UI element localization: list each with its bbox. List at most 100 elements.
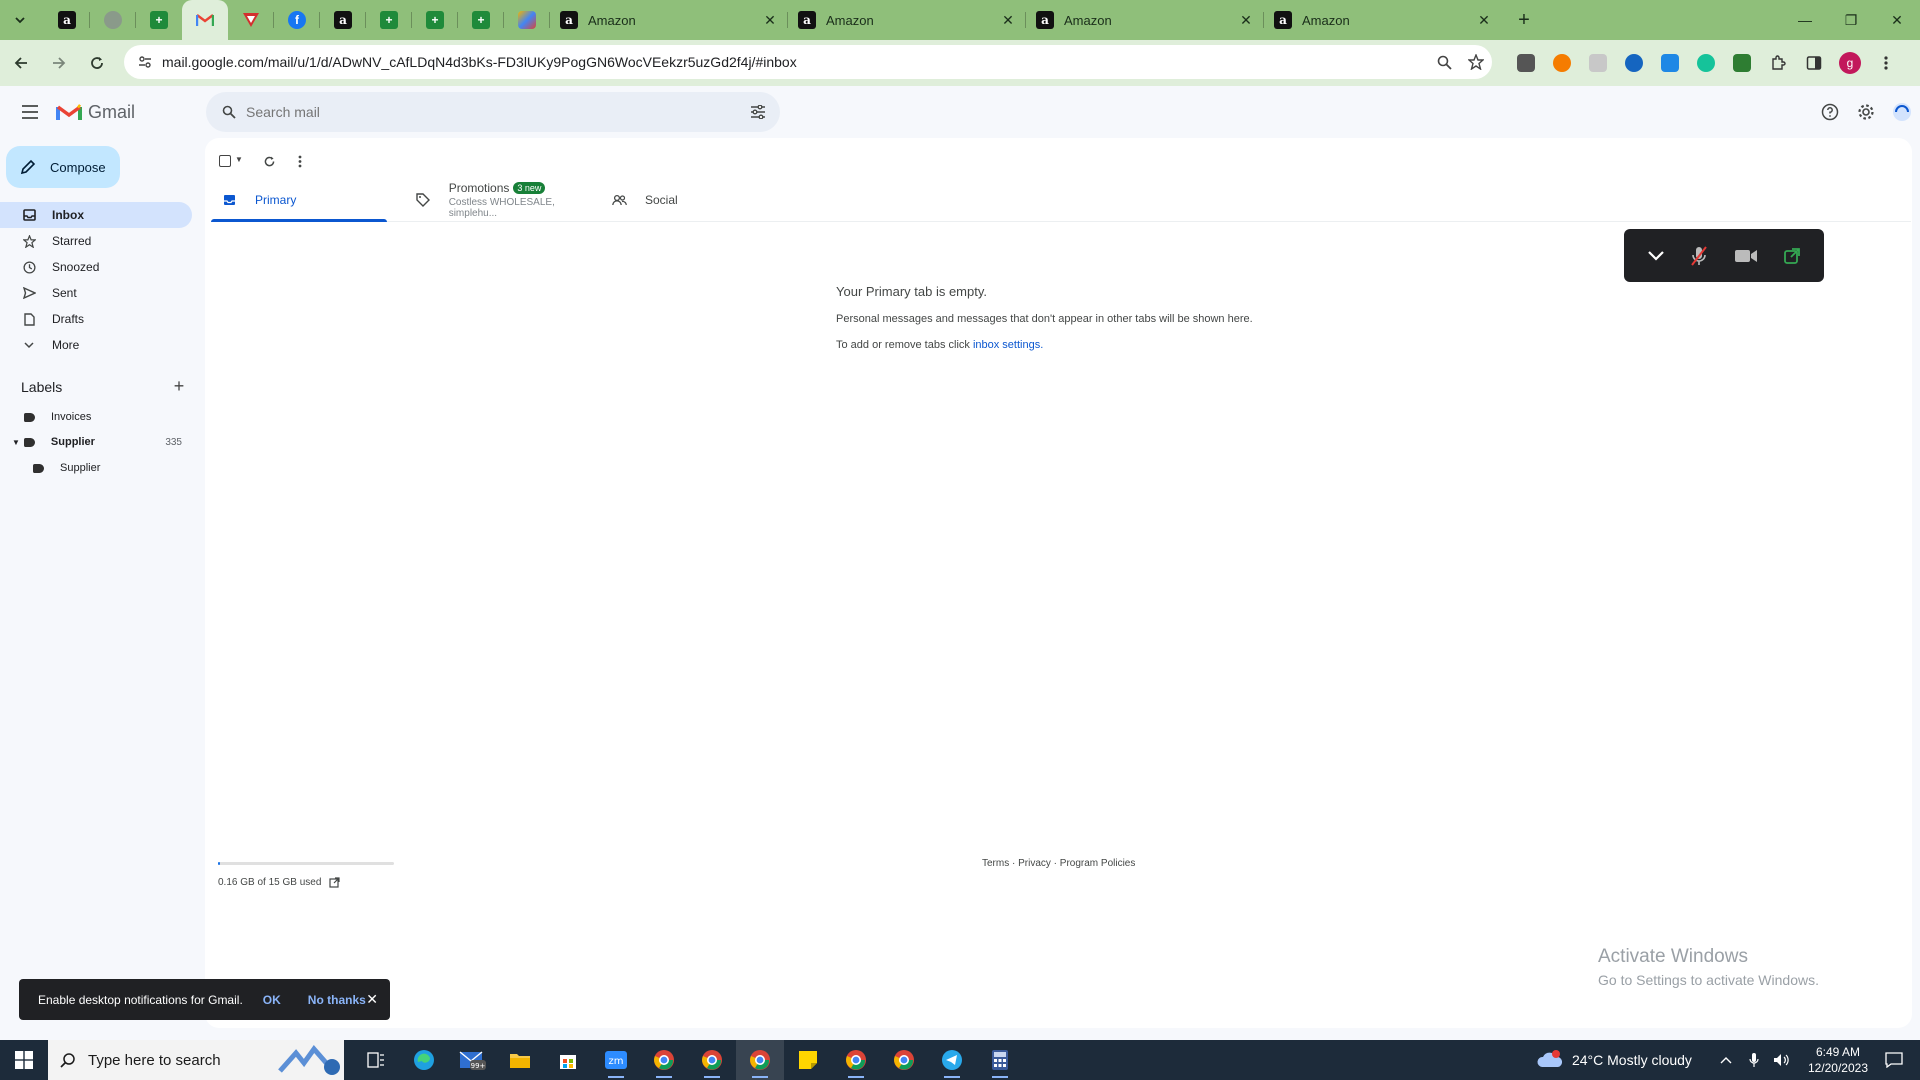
search-bar[interactable] (206, 92, 780, 132)
system-clock[interactable]: 6:49 AM 12/20/2023 (1808, 1044, 1868, 1076)
chrome-icon[interactable] (832, 1040, 880, 1080)
chrome-menu-icon[interactable] (1868, 46, 1904, 80)
store-icon[interactable] (544, 1040, 592, 1080)
close-icon[interactable]: ✕ (1000, 12, 1016, 28)
main-menu-button[interactable] (6, 88, 54, 136)
extensions-puzzle-icon[interactable] (1760, 46, 1796, 80)
back-button[interactable] (4, 46, 38, 80)
start-button[interactable] (0, 1040, 48, 1080)
extension-orange-icon[interactable] (1544, 46, 1580, 80)
pinned-tab[interactable] (90, 0, 136, 40)
settings-gear-icon[interactable] (1848, 94, 1884, 130)
notifications-icon[interactable] (1882, 1052, 1906, 1068)
edge-icon[interactable] (400, 1040, 448, 1080)
chevron-up-icon[interactable] (1714, 1056, 1738, 1064)
address-bar[interactable]: mail.google.com/mail/u/1/d/ADwNV_cAfLDqN… (124, 45, 1492, 79)
url-text[interactable]: mail.google.com/mail/u/1/d/ADwNV_cAfLDqN… (162, 54, 1428, 70)
pinned-tab[interactable]: a (44, 0, 90, 40)
telegram-icon[interactable] (928, 1040, 976, 1080)
tab-primary[interactable]: Primary (211, 178, 399, 222)
zoom-icon[interactable] (1428, 55, 1460, 70)
pop-out-icon[interactable] (1783, 247, 1801, 265)
browser-tab[interactable]: a Amazon ✕ (1264, 0, 1502, 40)
bookmark-star-icon[interactable] (1460, 54, 1492, 70)
chrome-icon[interactable] (688, 1040, 736, 1080)
pinned-tab[interactable]: + (458, 0, 504, 40)
minimize-button[interactable]: — (1782, 0, 1828, 40)
close-window-button[interactable]: ✕ (1874, 0, 1920, 40)
chevron-down-icon[interactable] (1647, 250, 1665, 262)
account-avatar[interactable] (1884, 94, 1920, 130)
mail-app-icon[interactable]: 99+ (448, 1040, 496, 1080)
tab-search-button[interactable] (6, 6, 34, 34)
label-supplier-child[interactable]: Supplier (0, 456, 192, 480)
browser-tab[interactable]: a Amazon ✕ (788, 0, 1026, 40)
create-label-plus-icon[interactable]: + (169, 376, 189, 397)
caret-down-icon[interactable]: ▼ (235, 155, 243, 167)
pinned-tab[interactable] (504, 0, 550, 40)
search-options-icon[interactable] (736, 105, 780, 119)
pinned-tab[interactable]: + (366, 0, 412, 40)
compose-button[interactable]: Compose (6, 146, 120, 188)
chrome-icon[interactable] (640, 1040, 688, 1080)
profile-avatar[interactable]: g (1832, 46, 1868, 80)
open-in-new-icon[interactable] (329, 877, 341, 888)
pinned-tab[interactable]: + (136, 0, 182, 40)
extension-green-icon[interactable] (1724, 46, 1760, 80)
search-icon[interactable] (212, 105, 246, 119)
pinned-tab[interactable]: a (320, 0, 366, 40)
mic-off-icon[interactable] (1690, 245, 1708, 267)
pinned-tab[interactable]: + (412, 0, 458, 40)
extension-grammarly-icon[interactable] (1688, 46, 1724, 80)
close-icon[interactable]: ✕ (1238, 12, 1254, 28)
snackbar-ok-button[interactable]: OK (263, 993, 281, 1007)
sidebar-item-more[interactable]: More (0, 332, 192, 358)
pinned-tab-gmail[interactable] (182, 0, 228, 40)
footer-links[interactable]: Terms · Privacy · Program Policies (982, 858, 1135, 869)
sidebar-item-inbox[interactable]: Inbox (0, 202, 192, 228)
site-info-icon[interactable] (130, 55, 160, 69)
microphone-icon[interactable] (1742, 1052, 1766, 1068)
browser-tab[interactable]: a Amazon ✕ (1026, 0, 1264, 40)
close-icon[interactable]: ✕ (366, 991, 378, 1008)
label-supplier[interactable]: ▼ Supplier 335 (0, 430, 192, 454)
side-panel-icon[interactable] (1796, 46, 1832, 80)
close-icon[interactable]: ✕ (1476, 12, 1492, 28)
forward-button[interactable] (42, 46, 76, 80)
extension-blue-icon[interactable] (1616, 46, 1652, 80)
pinned-tab[interactable] (228, 0, 274, 40)
sidebar-item-starred[interactable]: Starred (0, 228, 192, 254)
sidebar-item-snoozed[interactable]: Snoozed (0, 254, 192, 280)
help-icon[interactable] (1812, 94, 1848, 130)
close-icon[interactable]: ✕ (762, 12, 778, 28)
extension-grid-icon[interactable] (1580, 46, 1616, 80)
extension-zm-icon[interactable] (1652, 46, 1688, 80)
sidebar-item-sent[interactable]: Sent (0, 280, 192, 306)
sticky-notes-icon[interactable] (784, 1040, 832, 1080)
weather-widget[interactable]: 24°C Mostly cloudy (1536, 1049, 1692, 1071)
extension-off-icon[interactable] (1508, 46, 1544, 80)
caret-down-icon[interactable]: ▼ (12, 438, 20, 447)
new-tab-button[interactable]: + (1510, 6, 1538, 34)
video-camera-icon[interactable] (1734, 248, 1758, 264)
refresh-icon[interactable] (255, 155, 285, 168)
snackbar-no-thanks-button[interactable]: No thanks (308, 993, 366, 1007)
restore-button[interactable]: ❐ (1828, 0, 1874, 40)
sidebar-item-drafts[interactable]: Drafts (0, 306, 192, 332)
select-all-checkbox[interactable]: ▼ (219, 155, 243, 167)
chrome-icon[interactable] (736, 1040, 784, 1080)
task-view-icon[interactable] (352, 1040, 400, 1080)
browser-tab[interactable]: a Amazon ✕ (550, 0, 788, 40)
reload-button[interactable] (80, 46, 114, 80)
calculator-icon[interactable] (976, 1040, 1024, 1080)
speaker-icon[interactable] (1770, 1053, 1794, 1067)
taskbar-search[interactable]: Type here to search (48, 1040, 344, 1080)
label-invoices[interactable]: Invoices (0, 405, 192, 429)
tab-promotions[interactable]: Promotions 3 new Costless WHOLESALE, sim… (399, 178, 603, 222)
tab-social[interactable]: Social (603, 178, 809, 222)
pinned-tab[interactable]: f (274, 0, 320, 40)
file-explorer-icon[interactable] (496, 1040, 544, 1080)
search-input[interactable] (246, 104, 736, 120)
inbox-settings-link[interactable]: inbox settings (973, 339, 1040, 351)
gmail-logo[interactable]: Gmail (56, 102, 135, 123)
